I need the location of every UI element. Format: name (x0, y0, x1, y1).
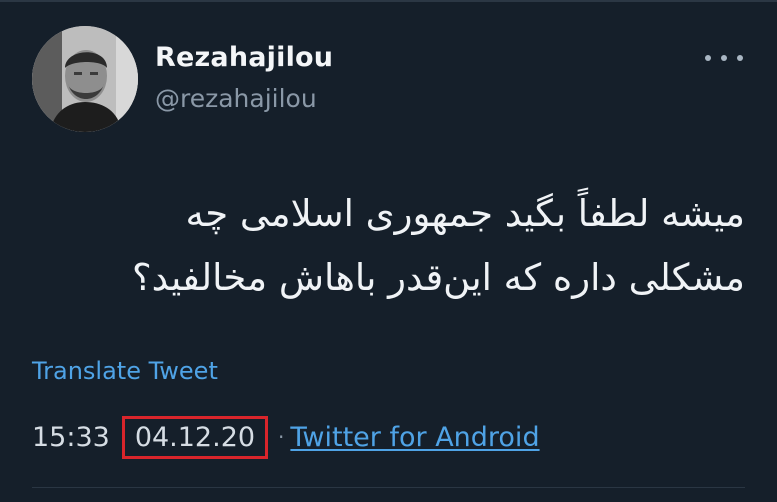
tweet-text: میشه لطفاً بگید جمهوری اسلامی چه مشکلی د… (85, 182, 745, 310)
ellipsis-dot-icon (705, 55, 711, 61)
user-handle[interactable]: @rezahajilou (155, 84, 317, 113)
tweet-metadata: 15:33 04.12.20 · Twitter for Android (32, 414, 540, 460)
meta-separator: · (278, 425, 285, 449)
tweet-card: Rezahajilou @rezahajilou میشه لطفاً بگید… (0, 0, 777, 502)
avatar-photo-icon (32, 26, 138, 132)
tweet-time[interactable]: 15:33 (32, 422, 110, 453)
translate-tweet-link[interactable]: Translate Tweet (32, 357, 218, 385)
more-options-button[interactable] (705, 44, 743, 72)
tweet-text-line: میشه لطفاً بگید جمهوری اسلامی چه (185, 192, 745, 235)
tweet-source-link[interactable]: Twitter for Android (290, 422, 539, 453)
user-avatar[interactable] (32, 26, 138, 132)
display-name[interactable]: Rezahajilou (155, 42, 333, 73)
divider (32, 487, 745, 488)
tweet-text-line: مشکلی داره که این‌قدر باهاش مخالفید؟ (131, 256, 745, 299)
ellipsis-dot-icon (721, 55, 727, 61)
ellipsis-dot-icon (737, 55, 743, 61)
tweet-date-highlighted[interactable]: 04.12.20 (121, 415, 269, 459)
